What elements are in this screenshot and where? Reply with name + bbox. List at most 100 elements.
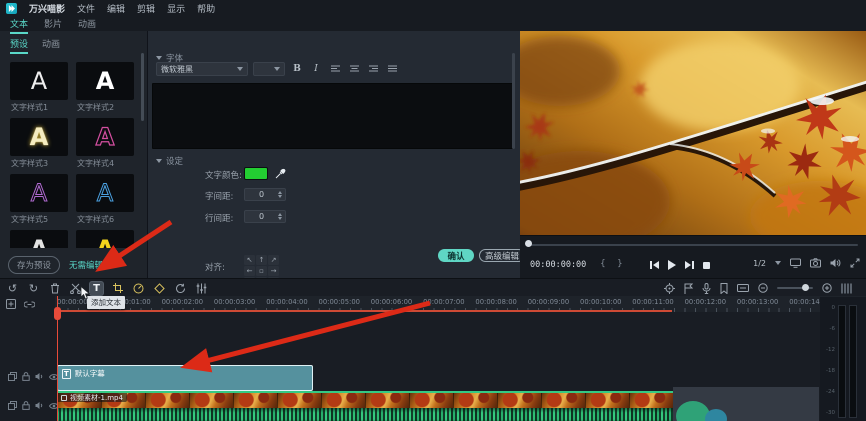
snap-icon[interactable] [24, 300, 35, 309]
preset-thumbnail[interactable]: A [76, 118, 134, 156]
text-style-preset[interactable]: A文字样式4 [76, 118, 134, 172]
voiceover-mic-icon[interactable] [702, 283, 711, 294]
text-style-preset[interactable]: A文字样式8 [76, 230, 134, 248]
font-family-select[interactable]: 微软雅黑 [156, 62, 248, 76]
menu-item[interactable]: 编辑 [107, 2, 125, 15]
meter-tick-label: -6 [830, 326, 835, 332]
text-style-preset[interactable]: A文字样式5 [10, 174, 68, 228]
text-input-area[interactable] [152, 83, 514, 149]
chevron-down-icon [237, 67, 243, 71]
preview-seek-bar[interactable] [528, 244, 858, 246]
volume-icon[interactable] [830, 258, 841, 268]
confirm-button[interactable]: 确认 [438, 249, 474, 262]
preset-thumbnail[interactable]: A [10, 174, 68, 212]
fullscreen-icon[interactable] [850, 258, 860, 268]
subtitle-clip-label: T 默认字幕 [58, 366, 312, 379]
mixer-icon[interactable] [195, 282, 208, 295]
preview-quality-value[interactable]: 1/2 [753, 259, 766, 268]
crop-icon[interactable] [111, 282, 124, 295]
display-icon[interactable] [790, 258, 801, 268]
keyframe-icon[interactable] [153, 282, 166, 295]
fit-timeline-icon[interactable] [841, 283, 852, 294]
stepper-arrows-icon[interactable] [278, 213, 285, 220]
alignment-cell[interactable]: ▫ [256, 266, 267, 276]
text-style-preset[interactable]: A文字样式3 [10, 118, 68, 172]
seek-thumb[interactable] [525, 240, 532, 247]
menu-item[interactable]: 显示 [167, 2, 185, 15]
alignment-cell[interactable]: ← [244, 266, 255, 276]
previous-frame-button[interactable] [650, 261, 659, 269]
nav-tab[interactable]: 动画 [78, 17, 96, 32]
lock-icon[interactable] [22, 372, 30, 381]
mark-out-button[interactable]: } [617, 259, 623, 269]
preset-panel-tab[interactable]: 预设 [10, 37, 28, 54]
play-button[interactable] [668, 260, 676, 270]
stepper-arrows-icon[interactable] [278, 191, 285, 198]
subtitle-clip[interactable]: T 默认字幕 [57, 365, 313, 391]
speed-icon[interactable] [132, 282, 145, 295]
lock-icon[interactable] [22, 401, 30, 410]
align-center-button[interactable] [347, 62, 361, 76]
align-justify-button[interactable] [385, 62, 399, 76]
zoom-slider-handle[interactable] [802, 284, 809, 291]
preset-thumbnail[interactable]: A [76, 174, 134, 212]
text-color-swatch[interactable] [244, 167, 268, 180]
alignment-cell[interactable]: → [268, 266, 279, 276]
preset-thumbnail[interactable]: A [10, 230, 68, 248]
alignment-cell[interactable]: ↗ [268, 255, 279, 265]
undo-icon[interactable]: ↺ [6, 282, 19, 295]
text-style-preset[interactable]: A文字样式7 [10, 230, 68, 248]
zoom-in-icon[interactable] [822, 283, 832, 293]
menu-item[interactable]: 帮助 [197, 2, 215, 15]
font-size-select[interactable] [253, 62, 285, 76]
menu-item[interactable]: 文件 [77, 2, 95, 15]
stop-button[interactable] [703, 262, 710, 269]
text-style-preset[interactable]: A文字样式2 [76, 62, 134, 116]
text-style-preset[interactable]: A文字样式6 [76, 174, 134, 228]
align-right-button[interactable] [366, 62, 380, 76]
alignment-cell[interactable]: ↑ [256, 255, 267, 265]
snapshot-camera-icon[interactable] [810, 258, 821, 268]
quick-edit-link[interactable]: 无需编辑 [69, 259, 103, 271]
advanced-edit-button[interactable]: 高级编辑 [479, 249, 525, 262]
preset-panel-tab[interactable]: 动画 [42, 37, 60, 54]
chevron-down-icon[interactable] [775, 261, 781, 265]
delete-icon[interactable] [48, 282, 61, 295]
playhead-handle[interactable] [54, 307, 61, 320]
italic-button[interactable]: I [309, 62, 323, 76]
mute-icon[interactable] [35, 372, 44, 381]
settings-section-header[interactable]: 设定 [156, 155, 183, 167]
manage-tracks-icon[interactable] [6, 299, 16, 309]
text-clip-type-icon: T [62, 369, 71, 379]
bold-button[interactable]: B [290, 62, 304, 76]
zoom-out-icon[interactable] [758, 283, 768, 293]
preset-scrollbar[interactable] [141, 53, 144, 121]
mark-in-button[interactable]: { [600, 259, 606, 269]
render-preview-icon[interactable] [174, 282, 187, 295]
track-size-icon[interactable] [737, 283, 749, 293]
mute-icon[interactable] [35, 401, 44, 410]
letter-spacing-stepper[interactable]: 0 [244, 188, 286, 201]
align-left-button[interactable] [328, 62, 342, 76]
next-frame-button[interactable] [685, 261, 694, 269]
line-spacing-stepper[interactable]: 0 [244, 210, 286, 223]
editor-scrollbar[interactable] [512, 53, 515, 149]
flag-icon[interactable] [684, 283, 693, 294]
redo-icon[interactable]: ↻ [27, 282, 40, 295]
preset-thumbnail[interactable]: A [76, 62, 134, 100]
locate-playhead-icon[interactable] [664, 283, 675, 294]
timeline-zoom-slider[interactable] [777, 287, 813, 289]
preset-thumbnail[interactable]: A [10, 118, 68, 156]
eyedropper-icon[interactable] [275, 168, 286, 179]
nav-tab[interactable]: 文本 [10, 17, 28, 34]
video-clip[interactable]: 视频素材-1.mp4 [57, 391, 673, 421]
marker-icon[interactable] [720, 283, 728, 294]
alignment-cell[interactable]: ↖ [244, 255, 255, 265]
text-style-preset[interactable]: A文字样式1 [10, 62, 68, 116]
preset-thumbnail[interactable]: A [76, 230, 134, 248]
nav-tab[interactable]: 影片 [44, 17, 62, 32]
save-as-preset-button[interactable]: 存为预设 [8, 256, 60, 274]
menu-item[interactable]: 剪辑 [137, 2, 155, 15]
preset-thumbnail[interactable]: A [10, 62, 68, 100]
add-text-tool-button[interactable]: T [90, 282, 103, 295]
